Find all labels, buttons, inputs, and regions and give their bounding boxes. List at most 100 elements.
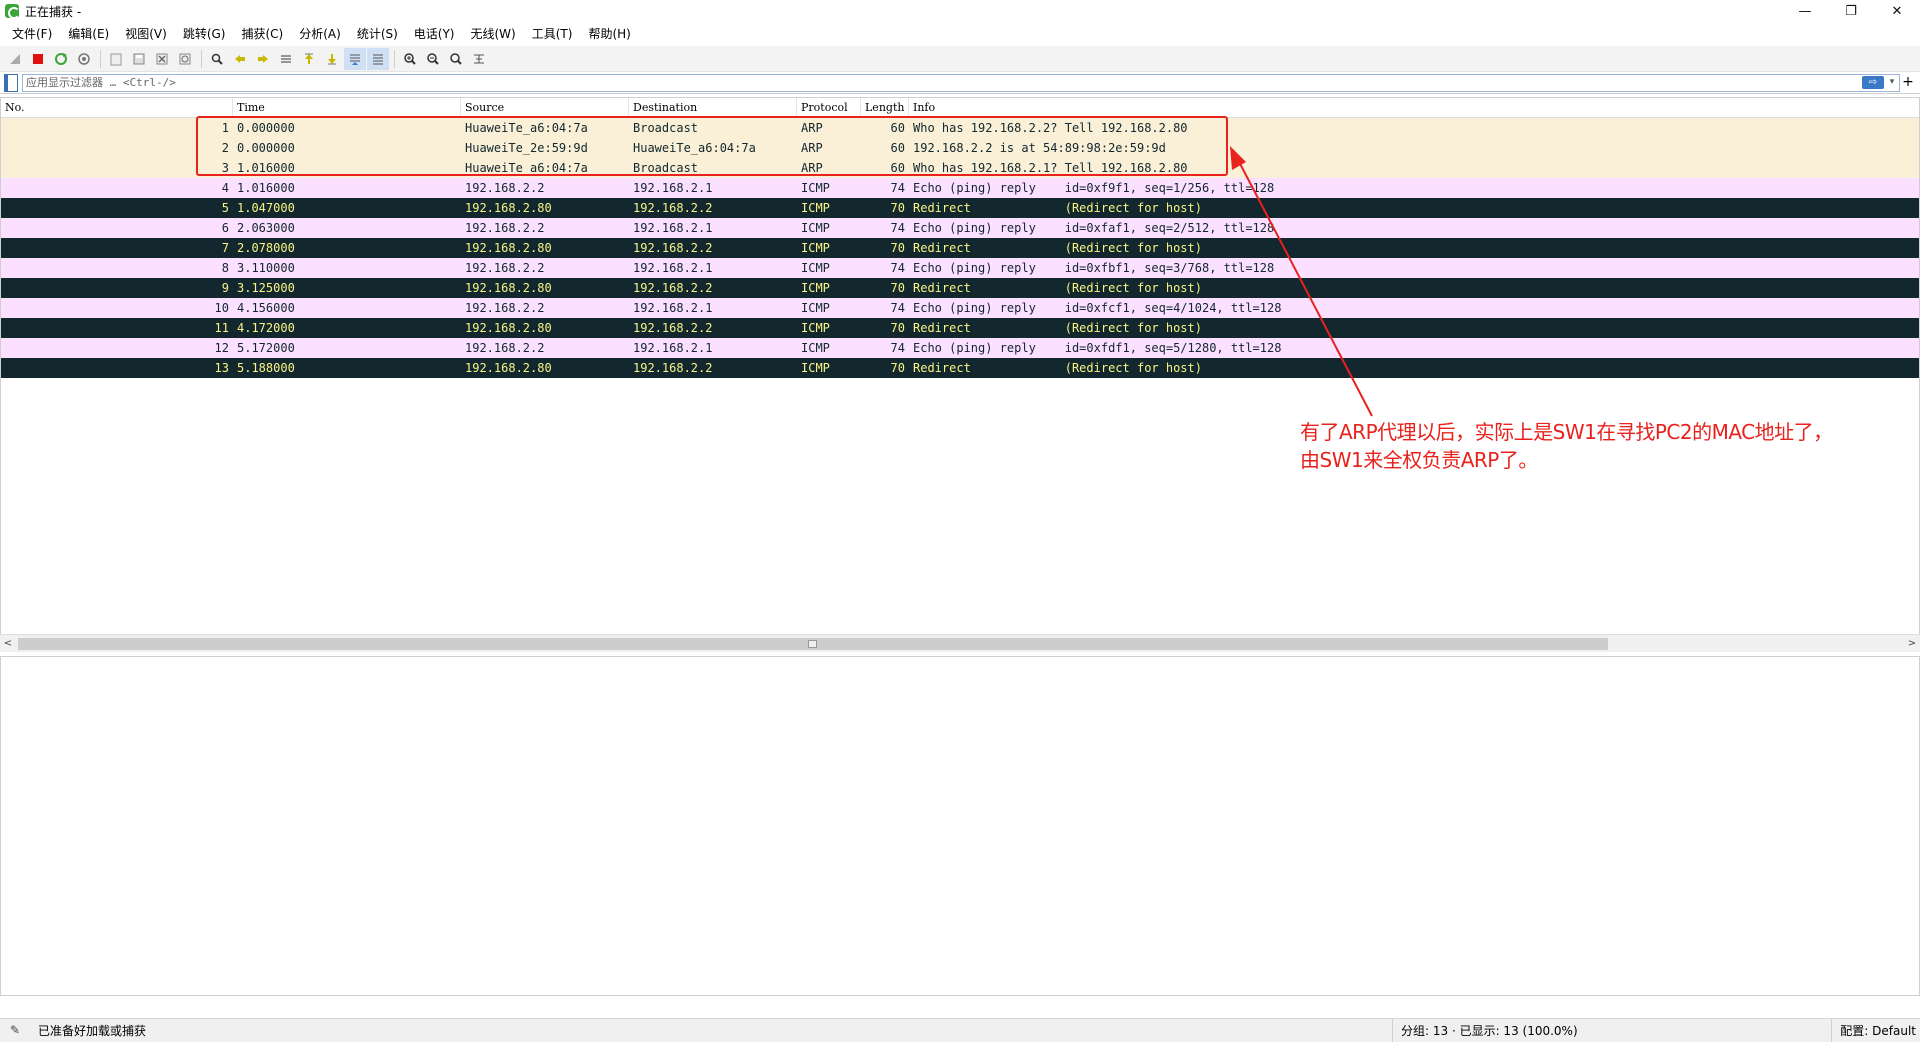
packet-length: 74 — [890, 301, 905, 315]
save-file-icon[interactable] — [128, 48, 150, 70]
packet-destination: 192.168.2.2 — [633, 321, 713, 335]
packet-destination: 192.168.2.1 — [633, 221, 713, 235]
packet-row[interactable]: 10 4.156000 192.168.2.2 192.168.2.1 ICMP 74 Ec… — [1, 298, 1919, 318]
packet-no: 9 — [221, 281, 229, 295]
menu-telephony[interactable]: 电话(Y) — [406, 22, 463, 46]
go-back-icon[interactable] — [229, 48, 251, 70]
packet-row[interactable]: 8 3.110000 192.168.2.2 192.168.2.1 ICMP 74 Ech… — [1, 258, 1919, 278]
packet-row[interactable]: 9 3.125000 192.168.2.80 192.168.2.2 ICMP 70 Re… — [1, 278, 1919, 298]
packet-time: 1.047000 — [237, 201, 295, 215]
scroll-right-arrow-icon[interactable]: > — [1904, 635, 1920, 653]
packet-protocol: ICMP — [801, 321, 830, 335]
packet-protocol: ICMP — [801, 281, 830, 295]
expert-info-icon[interactable]: ✎ — [10, 1023, 26, 1039]
find-packet-icon[interactable] — [206, 48, 228, 70]
reload-file-icon[interactable] — [174, 48, 196, 70]
packet-length: 60 — [890, 161, 905, 175]
packet-time: 2.078000 — [237, 241, 295, 255]
packet-source: HuaweiTe_2e:59:9d — [465, 141, 588, 155]
packet-length: 60 — [890, 141, 905, 155]
packet-row[interactable]: 7 2.078000 192.168.2.80 192.168.2.2 ICMP 70 Re… — [1, 238, 1919, 258]
packet-protocol: ARP — [801, 141, 823, 155]
first-packet-icon[interactable] — [298, 48, 320, 70]
packet-destination: 192.168.2.2 — [633, 361, 713, 375]
packet-source: 192.168.2.2 — [465, 181, 545, 195]
packet-time: 0.000000 — [237, 141, 295, 155]
auto-scroll-icon[interactable] — [344, 47, 366, 70]
go-forward-icon[interactable] — [252, 48, 274, 70]
close-button[interactable]: ✕ — [1874, 0, 1920, 22]
packet-source: HuaweiTe_a6:04:7a — [465, 121, 588, 135]
packet-time: 2.063000 — [237, 221, 295, 235]
packet-time: 4.156000 — [237, 301, 295, 315]
packet-destination: 192.168.2.1 — [633, 181, 713, 195]
apply-filter-arrow-icon[interactable]: ⇨ — [1862, 76, 1884, 89]
packet-row[interactable]: 11 4.172000 192.168.2.80 192.168.2.2 ICMP 70 R… — [1, 318, 1919, 338]
add-filter-button[interactable]: + — [1900, 73, 1916, 91]
packet-row[interactable]: 5 1.047000 192.168.2.80 192.168.2.2 ICMP 70 Re… — [1, 198, 1919, 218]
packet-row[interactable]: 2 0.000000 HuaweiTe_2e:59:9d HuaweiTe_a6:04… — [1, 138, 1919, 158]
packet-row[interactable]: 12 5.172000 192.168.2.2 192.168.2.1 ICMP 74 Ec… — [1, 338, 1919, 358]
packet-source: 192.168.2.2 — [465, 261, 545, 275]
go-to-packet-icon[interactable] — [275, 48, 297, 70]
zoom-normal-icon[interactable] — [445, 48, 467, 70]
stop-capture-icon[interactable] — [27, 48, 49, 70]
menu-view[interactable]: 视图(V) — [117, 22, 175, 46]
wireshark-fin-icon — [5, 4, 20, 19]
resize-columns-icon[interactable] — [468, 48, 490, 70]
packet-info: Redirect (Redirect for host) — [913, 321, 1202, 335]
capture-options-icon[interactable] — [73, 48, 95, 70]
packet-rows: 1 0.000000 HuaweiTe_a6:04:7a Broadcast ARP 60… — [1, 118, 1919, 378]
column-header-no[interactable]: No. — [1, 98, 233, 118]
packet-row[interactable]: 13 5.188000 192.168.2.80 192.168.2.2 ICMP 70 R… — [1, 358, 1919, 378]
packet-time: 3.125000 — [237, 281, 295, 295]
filter-history-dropdown-icon[interactable]: ▾ — [1886, 76, 1898, 89]
restart-capture-icon[interactable] — [50, 48, 72, 70]
colorize-icon[interactable] — [367, 47, 389, 70]
column-header-length[interactable]: Length — [861, 98, 909, 118]
menu-file[interactable]: 文件(F) — [4, 22, 60, 46]
packet-row[interactable]: 1 0.000000 HuaweiTe_a6:04:7a Broadcast ARP 60… — [1, 118, 1919, 138]
column-header-protocol[interactable]: Protocol — [797, 98, 861, 118]
zoom-out-icon[interactable] — [422, 48, 444, 70]
menu-statistics[interactable]: 统计(S) — [349, 22, 406, 46]
restore-button[interactable]: ❐ — [1828, 0, 1874, 22]
packet-no: 13 — [214, 361, 229, 375]
column-header-destination[interactable]: Destination — [629, 98, 797, 118]
scroll-left-arrow-icon[interactable]: < — [0, 635, 16, 653]
bookmark-icon[interactable] — [4, 73, 18, 92]
toolbar-separator — [100, 49, 101, 68]
open-file-icon[interactable] — [105, 48, 127, 70]
packet-destination: HuaweiTe_a6:04:7a — [633, 141, 756, 155]
menu-go[interactable]: 跳转(G) — [175, 22, 234, 46]
close-file-icon[interactable] — [151, 48, 173, 70]
menu-edit[interactable]: 编辑(E) — [60, 22, 117, 46]
display-filter-input[interactable]: 应用显示过滤器 … <Ctrl-/> — [22, 74, 1900, 92]
packet-row[interactable]: 3 1.016000 HuaweiTe_a6:04:7a Broadcast ARP 60… — [1, 158, 1919, 178]
zoom-in-icon[interactable] — [399, 48, 421, 70]
last-packet-icon[interactable] — [321, 48, 343, 70]
packet-info: Redirect (Redirect for host) — [913, 241, 1202, 255]
menu-capture[interactable]: 捕获(C) — [233, 22, 291, 46]
packet-row[interactable]: 4 1.016000 192.168.2.2 192.168.2.1 ICMP 74 Ech… — [1, 178, 1919, 198]
column-header-source[interactable]: Source — [461, 98, 629, 118]
packet-destination: 192.168.2.2 — [633, 241, 713, 255]
start-capture-icon[interactable] — [4, 48, 26, 70]
packet-list-hscrollbar[interactable]: < > — [0, 634, 1920, 652]
packet-info: Echo (ping) reply id=0xf9f1, seq=1/256, … — [913, 181, 1275, 195]
packet-info: Redirect (Redirect for host) — [913, 201, 1202, 215]
packet-details-pane[interactable] — [0, 656, 1920, 996]
menu-analyze[interactable]: 分析(A) — [291, 22, 349, 46]
menu-wireless[interactable]: 无线(W) — [463, 22, 524, 46]
minimize-button[interactable]: — — [1782, 0, 1828, 22]
packet-row[interactable]: 6 2.063000 192.168.2.2 192.168.2.1 ICMP 74 Ech… — [1, 218, 1919, 238]
status-profile[interactable]: 配置: Default — [1831, 1019, 1916, 1042]
packet-no: 12 — [214, 341, 229, 355]
menu-tools[interactable]: 工具(T) — [524, 22, 581, 46]
packet-length: 74 — [890, 261, 905, 275]
column-header-info[interactable]: Info — [909, 98, 1919, 118]
column-header-time[interactable]: Time — [233, 98, 461, 118]
packet-destination: 192.168.2.1 — [633, 301, 713, 315]
packet-destination: 192.168.2.2 — [633, 201, 713, 215]
menu-help[interactable]: 帮助(H) — [580, 22, 638, 46]
